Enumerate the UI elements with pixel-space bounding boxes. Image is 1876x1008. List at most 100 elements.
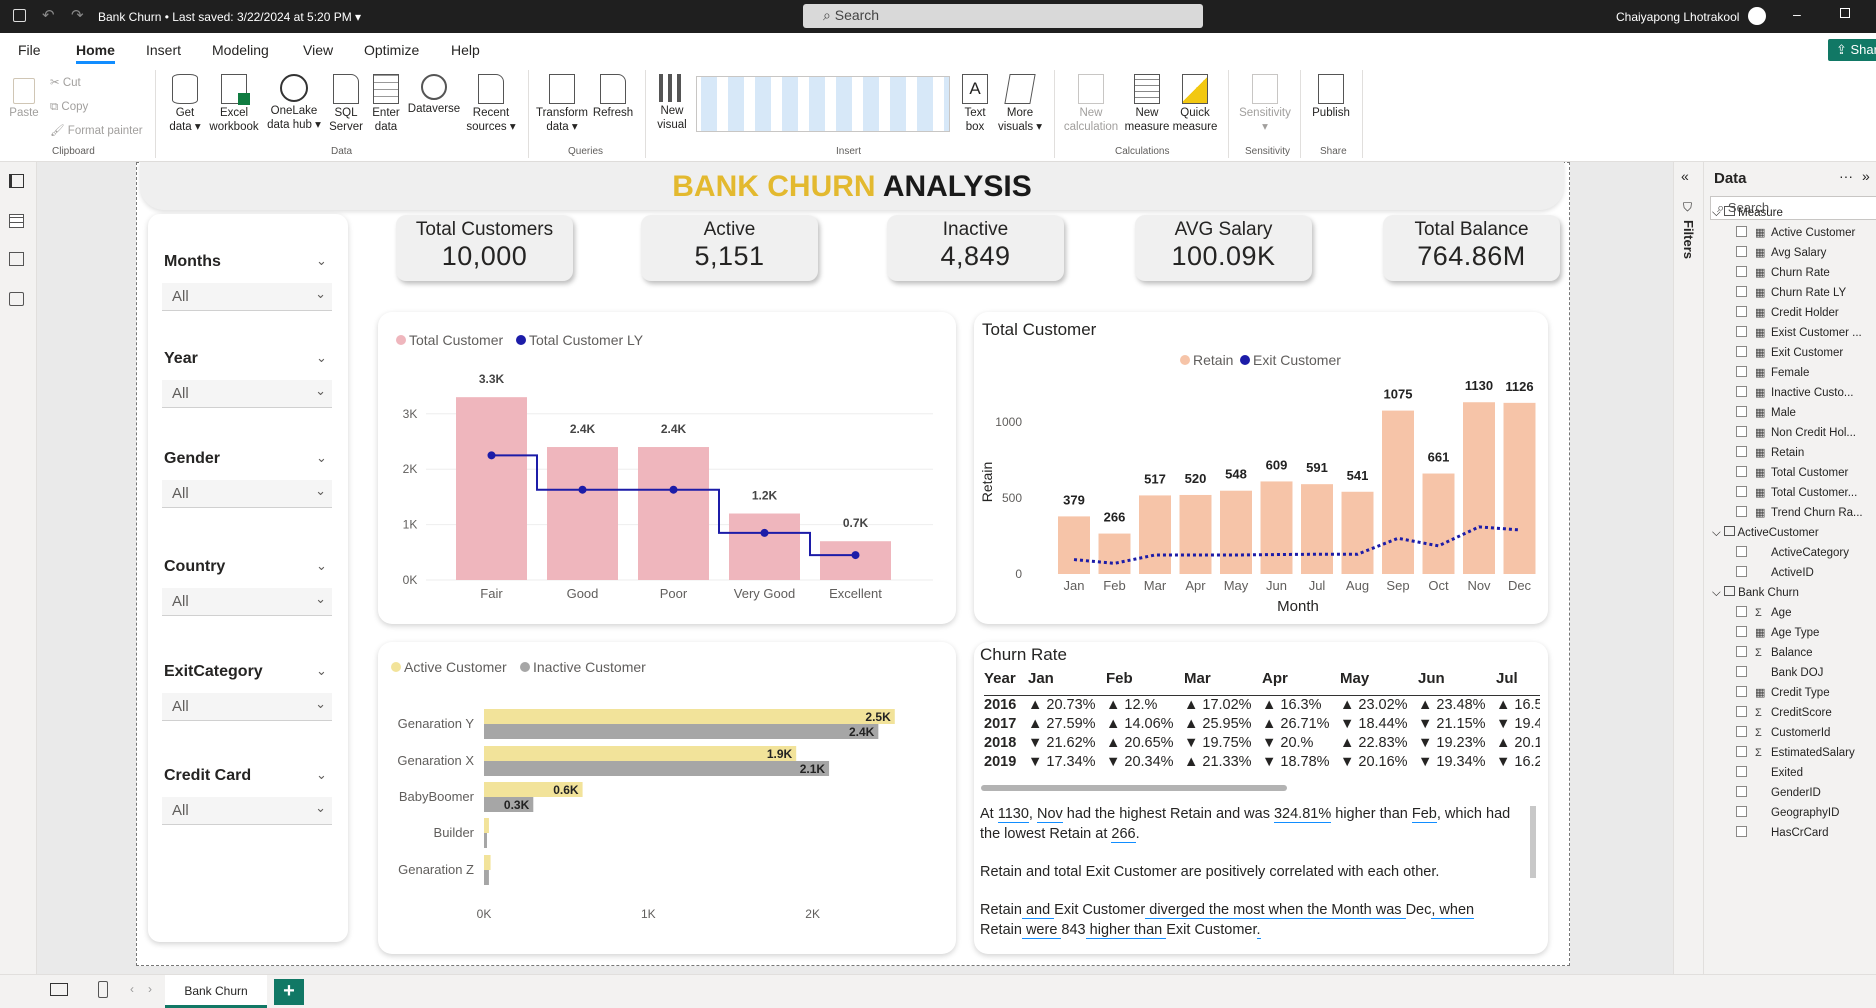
share-button[interactable]: ⇪ Share bbox=[1828, 39, 1876, 61]
field-checkbox[interactable] bbox=[1736, 626, 1747, 637]
format-painter-button[interactable]: 🖌 Format painter bbox=[50, 124, 143, 138]
collapse-icon[interactable]: « bbox=[1681, 168, 1689, 184]
field-item[interactable]: ▦ Age Type bbox=[1736, 626, 1819, 639]
field-checkbox[interactable] bbox=[1736, 346, 1747, 357]
table-scrollbar[interactable] bbox=[981, 785, 1287, 791]
field-item[interactable]: ▦ Inactive Custo... bbox=[1736, 386, 1853, 399]
field-checkbox[interactable] bbox=[1736, 446, 1747, 457]
field-checkbox[interactable] bbox=[1736, 606, 1747, 617]
field-checkbox[interactable] bbox=[1736, 306, 1747, 317]
table-node[interactable]: ⌵ ActiveCustomer bbox=[1712, 526, 1819, 540]
field-item[interactable]: Σ Balance bbox=[1736, 646, 1813, 659]
slicer-dropdown[interactable]: All ⌄ bbox=[162, 588, 332, 616]
field-item[interactable]: ▦ Male bbox=[1736, 406, 1796, 419]
narrative-highlight[interactable]: and bbox=[1021, 902, 1055, 919]
field-item[interactable]: ▦ Total Customer bbox=[1736, 466, 1848, 479]
field-checkbox[interactable] bbox=[1736, 766, 1747, 777]
field-checkbox[interactable] bbox=[1736, 326, 1747, 337]
chevron-down-icon[interactable]: ⌄ bbox=[316, 558, 327, 574]
field-item[interactable]: ▦ Total Customer... bbox=[1736, 486, 1857, 499]
dax-query-icon[interactable] bbox=[9, 292, 24, 306]
field-checkbox[interactable] bbox=[1736, 826, 1747, 837]
field-checkbox[interactable] bbox=[1736, 706, 1747, 717]
redo-icon[interactable]: ↷ bbox=[71, 6, 84, 24]
filters-pane[interactable]: « ⛉ Filters bbox=[1673, 162, 1703, 1007]
field-checkbox[interactable] bbox=[1736, 566, 1747, 577]
slicer-dropdown[interactable]: All ⌄ bbox=[162, 380, 332, 408]
avatar[interactable] bbox=[1748, 7, 1766, 25]
field-checkbox[interactable] bbox=[1736, 226, 1747, 237]
column-header[interactable]: May bbox=[1340, 670, 1418, 696]
tab-view[interactable]: View bbox=[303, 42, 333, 58]
sql-server-button[interactable]: SQL Server bbox=[328, 74, 364, 134]
field-item[interactable]: ▦ Credit Type bbox=[1736, 686, 1830, 699]
column-header[interactable]: Jun bbox=[1418, 670, 1496, 696]
chevron-down-icon[interactable]: ⌄ bbox=[316, 253, 327, 269]
field-checkbox[interactable] bbox=[1736, 366, 1747, 377]
expand-icon[interactable]: » bbox=[1862, 168, 1870, 184]
narrative-highlight[interactable]: higher than bbox=[1085, 922, 1167, 939]
visual-gallery[interactable] bbox=[696, 76, 950, 132]
recent-sources-button[interactable]: Recent sources ▾ bbox=[466, 74, 516, 134]
next-page-icon[interactable]: › bbox=[148, 982, 152, 996]
narrative-highlight[interactable]: Feb bbox=[1411, 806, 1437, 823]
field-checkbox[interactable] bbox=[1736, 286, 1747, 297]
column-header[interactable]: Jul bbox=[1496, 670, 1540, 696]
model-view-icon[interactable] bbox=[9, 252, 24, 266]
undo-icon[interactable]: ↶ bbox=[42, 6, 55, 24]
field-item[interactable]: ▦ Credit Holder bbox=[1736, 306, 1839, 319]
prev-page-icon[interactable]: ‹ bbox=[130, 982, 134, 996]
field-item[interactable]: ▦ Non Credit Hol... bbox=[1736, 426, 1856, 439]
chevron-down-icon[interactable]: ⌄ bbox=[316, 450, 327, 466]
field-item[interactable]: ▦ Trend Churn Ra... bbox=[1736, 506, 1863, 519]
slicer-dropdown[interactable]: All ⌄ bbox=[162, 693, 332, 721]
tab-optimize[interactable]: Optimize bbox=[364, 42, 419, 58]
page-tab-bank-churn[interactable]: Bank Churn bbox=[165, 975, 267, 1008]
onelake-data-hub-button[interactable]: OneLake data hub ▾ bbox=[264, 74, 324, 132]
field-item[interactable]: Σ CustomerId bbox=[1736, 726, 1830, 739]
field-item[interactable]: GenderID bbox=[1736, 786, 1821, 799]
new-calculation-button[interactable]: New calculation bbox=[1060, 74, 1122, 134]
field-item[interactable]: ▦ Avg Salary bbox=[1736, 246, 1826, 259]
field-item[interactable]: ▦ Exit Customer bbox=[1736, 346, 1843, 359]
field-item[interactable]: Σ CreditScore bbox=[1736, 706, 1832, 719]
narrative-scrollbar[interactable] bbox=[1530, 806, 1536, 878]
report-view-icon[interactable] bbox=[9, 174, 24, 188]
field-item[interactable]: Σ EstimatedSalary bbox=[1736, 746, 1855, 759]
chevron-down-icon[interactable]: ⌄ bbox=[316, 767, 327, 783]
field-checkbox[interactable] bbox=[1736, 486, 1747, 497]
narrative-highlight[interactable]: were bbox=[1021, 922, 1062, 939]
tab-file[interactable]: File bbox=[18, 42, 41, 58]
slicer-dropdown[interactable]: All ⌄ bbox=[162, 797, 332, 825]
paste-button[interactable]: Paste bbox=[6, 74, 42, 120]
churn-rate-table[interactable]: Year Jan Feb Mar Apr May Jun Jul 2016 ▲ 20.73% ▲ … bbox=[984, 670, 1540, 772]
transform-data-button[interactable]: Transform data ▾ bbox=[534, 74, 590, 134]
dataverse-button[interactable]: Dataverse bbox=[405, 74, 463, 116]
table-node[interactable]: ⌵ Measure bbox=[1712, 206, 1783, 220]
field-checkbox[interactable] bbox=[1736, 686, 1747, 697]
chevron-down-icon[interactable]: ⌄ bbox=[316, 663, 327, 679]
minimize-icon[interactable]: – bbox=[1793, 6, 1801, 22]
column-header[interactable]: Apr bbox=[1262, 670, 1340, 696]
cut-button[interactable]: ✂ Cut bbox=[50, 76, 81, 90]
field-checkbox[interactable] bbox=[1736, 786, 1747, 797]
column-header[interactable]: Year bbox=[984, 670, 1028, 696]
narrative-highlight[interactable]: , when bbox=[1431, 902, 1475, 919]
refresh-button[interactable]: Refresh bbox=[592, 74, 634, 120]
text-box-button[interactable]: A Text box bbox=[958, 74, 992, 134]
field-item[interactable]: ▦ Churn Rate bbox=[1736, 266, 1830, 279]
desktop-layout-icon[interactable] bbox=[50, 983, 68, 996]
field-checkbox[interactable] bbox=[1736, 666, 1747, 677]
narrative-highlight[interactable]: 324.81% bbox=[1273, 806, 1332, 823]
tab-insert[interactable]: Insert bbox=[146, 42, 181, 58]
column-header[interactable]: Feb bbox=[1106, 670, 1184, 696]
field-checkbox[interactable] bbox=[1736, 746, 1747, 757]
field-item[interactable]: ActiveCategory bbox=[1736, 546, 1849, 559]
field-item[interactable]: Bank DOJ bbox=[1736, 666, 1823, 679]
get-data-button[interactable]: Get data ▾ bbox=[163, 74, 207, 134]
table-node[interactable]: ⌵ Bank Churn bbox=[1712, 586, 1799, 600]
slicer-dropdown[interactable]: All ⌄ bbox=[162, 480, 332, 508]
column-header[interactable]: Mar bbox=[1184, 670, 1262, 696]
field-checkbox[interactable] bbox=[1736, 386, 1747, 397]
more-visuals-button[interactable]: More visuals ▾ bbox=[996, 74, 1044, 134]
